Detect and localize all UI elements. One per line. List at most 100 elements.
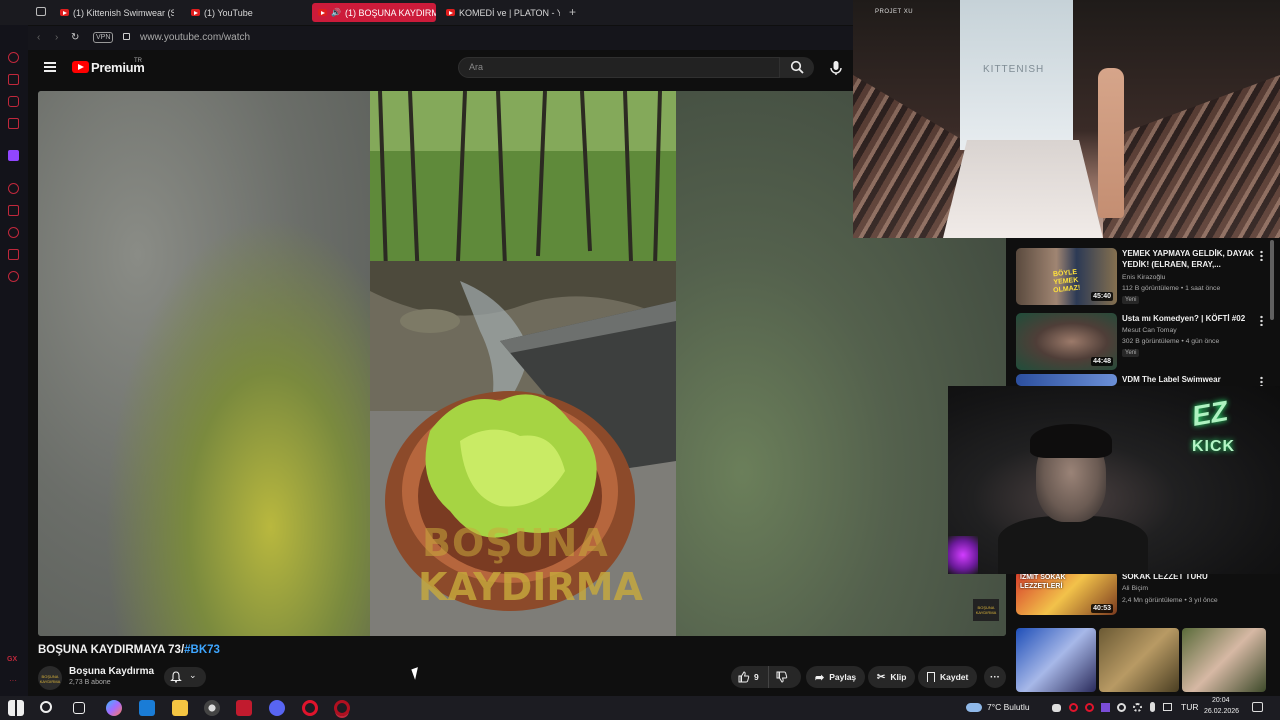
- video-blur-background-left: [38, 91, 370, 636]
- recommendation-channel[interactable]: Enis Kirazoğlu: [1122, 274, 1165, 281]
- sidebar-more-icon[interactable]: ···: [9, 676, 17, 685]
- clock-time[interactable]: 20:04: [1212, 697, 1230, 704]
- recommendation-item[interactable]: İZMİT SOKAK LEZZETLERİ 40:53 SOKAK LEZZE…: [1016, 571, 1276, 631]
- shorts-row: [1016, 628, 1266, 692]
- weather-text[interactable]: 7°C Bulutlu: [987, 702, 1030, 712]
- tray-gear-icon[interactable]: [1133, 703, 1142, 712]
- opera-icon[interactable]: [302, 700, 318, 716]
- input-language[interactable]: TUR: [1181, 702, 1198, 712]
- speaker-icon[interactable]: 🔊: [331, 8, 341, 17]
- tab-islands-icon[interactable]: [36, 7, 46, 16]
- recommendation-thumbnail[interactable]: İZMİT SOKAK LEZZETLERİ 40:53: [1016, 571, 1117, 615]
- back-icon[interactable]: ‹: [37, 32, 40, 43]
- task-view-icon[interactable]: [73, 702, 85, 714]
- outlook-icon[interactable]: [139, 700, 155, 716]
- share-button[interactable]: ➦ Paylaş: [806, 666, 866, 688]
- channel-name[interactable]: Boşuna Kaydırma: [69, 666, 154, 677]
- opera-gx-icon[interactable]: [334, 700, 350, 716]
- tray-mic-icon[interactable]: [1150, 702, 1155, 712]
- short-thumbnail[interactable]: [1099, 628, 1179, 692]
- tab-kittenish[interactable]: (1) Kittenish Swimwear (St: [54, 3, 174, 22]
- channel-watermark-badge[interactable]: BOŞUNA KAYDIRMA: [973, 599, 999, 621]
- recommendation-title[interactable]: YEMEK YAPMAYA GELDİK, DAYAK YEDİK! (ELRA…: [1122, 248, 1258, 270]
- recommendation-channel[interactable]: Mesut Can Tomay: [1122, 327, 1177, 334]
- file-explorer-icon[interactable]: [172, 700, 188, 716]
- tray-opera-gx-icon[interactable]: [1085, 703, 1094, 712]
- sidebar-history-icon[interactable]: [8, 227, 19, 238]
- subscriber-count: 2,73 B abone: [69, 679, 111, 686]
- tab-komedi-platon[interactable]: KOMEDİ ve | PLATON - Yo: [440, 3, 560, 22]
- mouse-cursor: [411, 667, 422, 680]
- new-tab-button[interactable]: +: [569, 5, 576, 19]
- stream-overlay-runway: KITTENISH PROJET XU: [853, 0, 1280, 238]
- tray-wifi-icon[interactable]: [1117, 703, 1126, 712]
- search-icon[interactable]: [40, 701, 52, 713]
- sidebar-twitch-icon[interactable]: [8, 150, 19, 161]
- sidebar-instagram-icon[interactable]: [8, 118, 19, 129]
- recommendation-thumbnail[interactable]: 44:48: [1016, 313, 1117, 370]
- subscription-bell-button[interactable]: ⌄: [164, 667, 206, 687]
- copilot-icon[interactable]: [106, 700, 122, 716]
- sidebar-bookmarks-icon[interactable]: [8, 205, 19, 216]
- short-thumbnail[interactable]: [1182, 628, 1266, 692]
- weather-cloud-icon[interactable]: [966, 703, 982, 712]
- video-duration: 45:40: [1091, 292, 1113, 301]
- recommendation-meta: 2,4 Mn görüntüleme • 3 yıl önce: [1122, 597, 1218, 604]
- sidebar-settings-icon[interactable]: [8, 271, 19, 282]
- windows-start-icon[interactable]: [8, 700, 24, 716]
- new-badge: Yeni: [1122, 296, 1140, 304]
- recommendation-item[interactable]: 44:48 Usta mı Komedyen? | KÖFTİ #02 Mesu…: [1016, 313, 1276, 373]
- like-button[interactable]: 9: [731, 666, 769, 688]
- sidebar-player-icon[interactable]: [8, 183, 19, 194]
- search-button[interactable]: [780, 57, 814, 78]
- tray-discord-icon[interactable]: [1052, 704, 1061, 712]
- tray-opera-icon[interactable]: [1069, 703, 1078, 712]
- video-editor-icon[interactable]: [236, 700, 252, 716]
- youtube-logo-icon[interactable]: [72, 61, 89, 73]
- more-vertical-icon[interactable]: [1260, 315, 1263, 326]
- search-icon: [790, 60, 804, 74]
- sidebar-speed-dial-icon[interactable]: [8, 52, 19, 63]
- tray-network-icon[interactable]: [1163, 703, 1172, 711]
- clock-date[interactable]: 26.02.2026: [1204, 708, 1239, 715]
- chrome-like-icon[interactable]: [204, 700, 220, 716]
- tab-bosuna-kaydirma[interactable]: 🔊 (1) BOŞUNA KAYDIRM: [312, 3, 436, 22]
- forward-icon[interactable]: ›: [55, 32, 58, 43]
- hashtag-link[interactable]: #BK73: [184, 644, 220, 656]
- recommendation-title[interactable]: VDM The Label Swimwear: [1122, 374, 1258, 385]
- vpn-badge[interactable]: VPN: [93, 32, 114, 43]
- reload-icon[interactable]: ↻: [71, 32, 79, 43]
- dislike-button[interactable]: [776, 671, 788, 685]
- recommendation-thumbnail[interactable]: BÖYLE YEMEK OLMAZ! 45:40: [1016, 248, 1117, 305]
- tab-youtube[interactable]: (1) YouTube: [185, 3, 295, 22]
- more-vertical-icon[interactable]: [1260, 250, 1263, 261]
- clip-button[interactable]: ✂ Klip: [868, 666, 916, 688]
- recommendation-thumbnail[interactable]: [1016, 374, 1117, 386]
- voice-search-button[interactable]: [826, 58, 846, 78]
- short-thumbnail[interactable]: [1016, 628, 1096, 692]
- channel-avatar[interactable]: BOŞUNA KAYDIRMA: [38, 666, 62, 690]
- url-field[interactable]: www.youtube.com/watch: [140, 32, 250, 43]
- lock-icon[interactable]: [123, 33, 130, 40]
- bookmark-icon: [927, 672, 935, 682]
- youtube-favicon-icon: [318, 9, 327, 16]
- sidebar-aria-icon[interactable]: [8, 74, 19, 85]
- menu-icon[interactable]: [44, 62, 56, 72]
- sidebar-gx-icon[interactable]: GX: [7, 656, 17, 663]
- sidebar-extensions-icon[interactable]: [8, 249, 19, 260]
- video-frame[interactable]: BOŞUNA KAYDIRMA: [370, 91, 676, 636]
- sidebar-messenger-icon[interactable]: [8, 96, 19, 107]
- recommendation-title[interactable]: Usta mı Komedyen? | KÖFTİ #02: [1122, 313, 1258, 324]
- webcam-overlay: EZ KICK: [948, 386, 1280, 574]
- save-button[interactable]: Kaydet: [918, 666, 978, 688]
- discord-icon[interactable]: [269, 700, 285, 716]
- more-actions-button[interactable]: ···: [984, 666, 1006, 688]
- scrollbar[interactable]: [1270, 240, 1274, 320]
- tray-app-icon[interactable]: [1101, 703, 1110, 712]
- recommendation-channel[interactable]: Ali Biçim: [1122, 585, 1148, 592]
- notification-icon[interactable]: [1252, 702, 1263, 712]
- search-input[interactable]: Ara: [458, 57, 780, 78]
- recommendation-item[interactable]: BÖYLE YEMEK OLMAZ! 45:40 YEMEK YAPMAYA G…: [1016, 248, 1276, 308]
- youtube-favicon-icon: [60, 9, 69, 16]
- runway-backdrop: [960, 0, 1073, 150]
